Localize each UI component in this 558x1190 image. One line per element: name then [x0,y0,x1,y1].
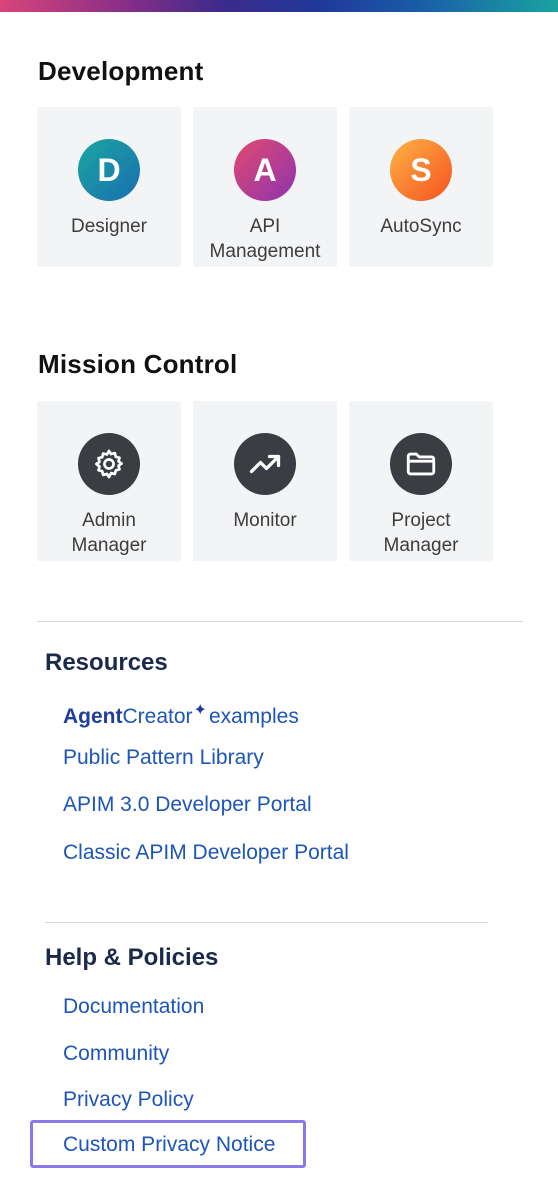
mission-control-heading: Mission Control [38,349,238,379]
divider [37,621,523,622]
brand-gradient-bar [0,0,558,12]
designer-icon: D [78,139,140,201]
link-apim-3-developer-portal[interactable]: APIM 3.0 Developer Portal [63,793,312,817]
api-management-icon: A [234,139,296,201]
tile-label: Project Manager [383,510,459,556]
link-community[interactable]: Community [63,1042,169,1066]
folder-icon [390,433,452,495]
tile-api-management[interactable]: A API Management [193,107,337,267]
link-privacy-policy[interactable]: Privacy Policy [63,1088,194,1112]
link-public-pattern-library[interactable]: Public Pattern Library [63,746,264,770]
tile-monitor[interactable]: Monitor [193,401,337,561]
tile-label: Monitor [233,510,297,531]
resources-heading: Resources [45,649,168,676]
tile-designer[interactable]: D Designer [37,107,181,267]
tile-label: API Management [209,216,321,262]
link-agentcreator-examples[interactable]: AgentCreator✦examples [63,700,299,729]
tile-project-manager[interactable]: Project Manager [349,401,493,561]
agent-label: Agent [63,705,123,728]
examples-label: examples [208,705,299,728]
link-custom-privacy-notice[interactable]: Custom Privacy Notice [63,1133,275,1157]
tile-label: Admin Manager [71,510,147,556]
creator-label: Creator [122,705,193,728]
divider [45,922,488,923]
link-documentation[interactable]: Documentation [63,995,204,1019]
trend-up-icon [234,433,296,495]
tile-admin-manager[interactable]: Admin Manager [37,401,181,561]
gear-icon [78,433,140,495]
autosync-icon: S [390,139,452,201]
sparkle-icon: ✦ [193,702,207,719]
development-heading: Development [38,56,204,86]
tile-label: Designer [70,216,148,237]
link-classic-apim-developer-portal[interactable]: Classic APIM Developer Portal [63,841,349,865]
help-policies-heading: Help & Policies [45,944,219,971]
tile-label: AutoSync [380,216,462,237]
tile-autosync[interactable]: S AutoSync [349,107,493,267]
